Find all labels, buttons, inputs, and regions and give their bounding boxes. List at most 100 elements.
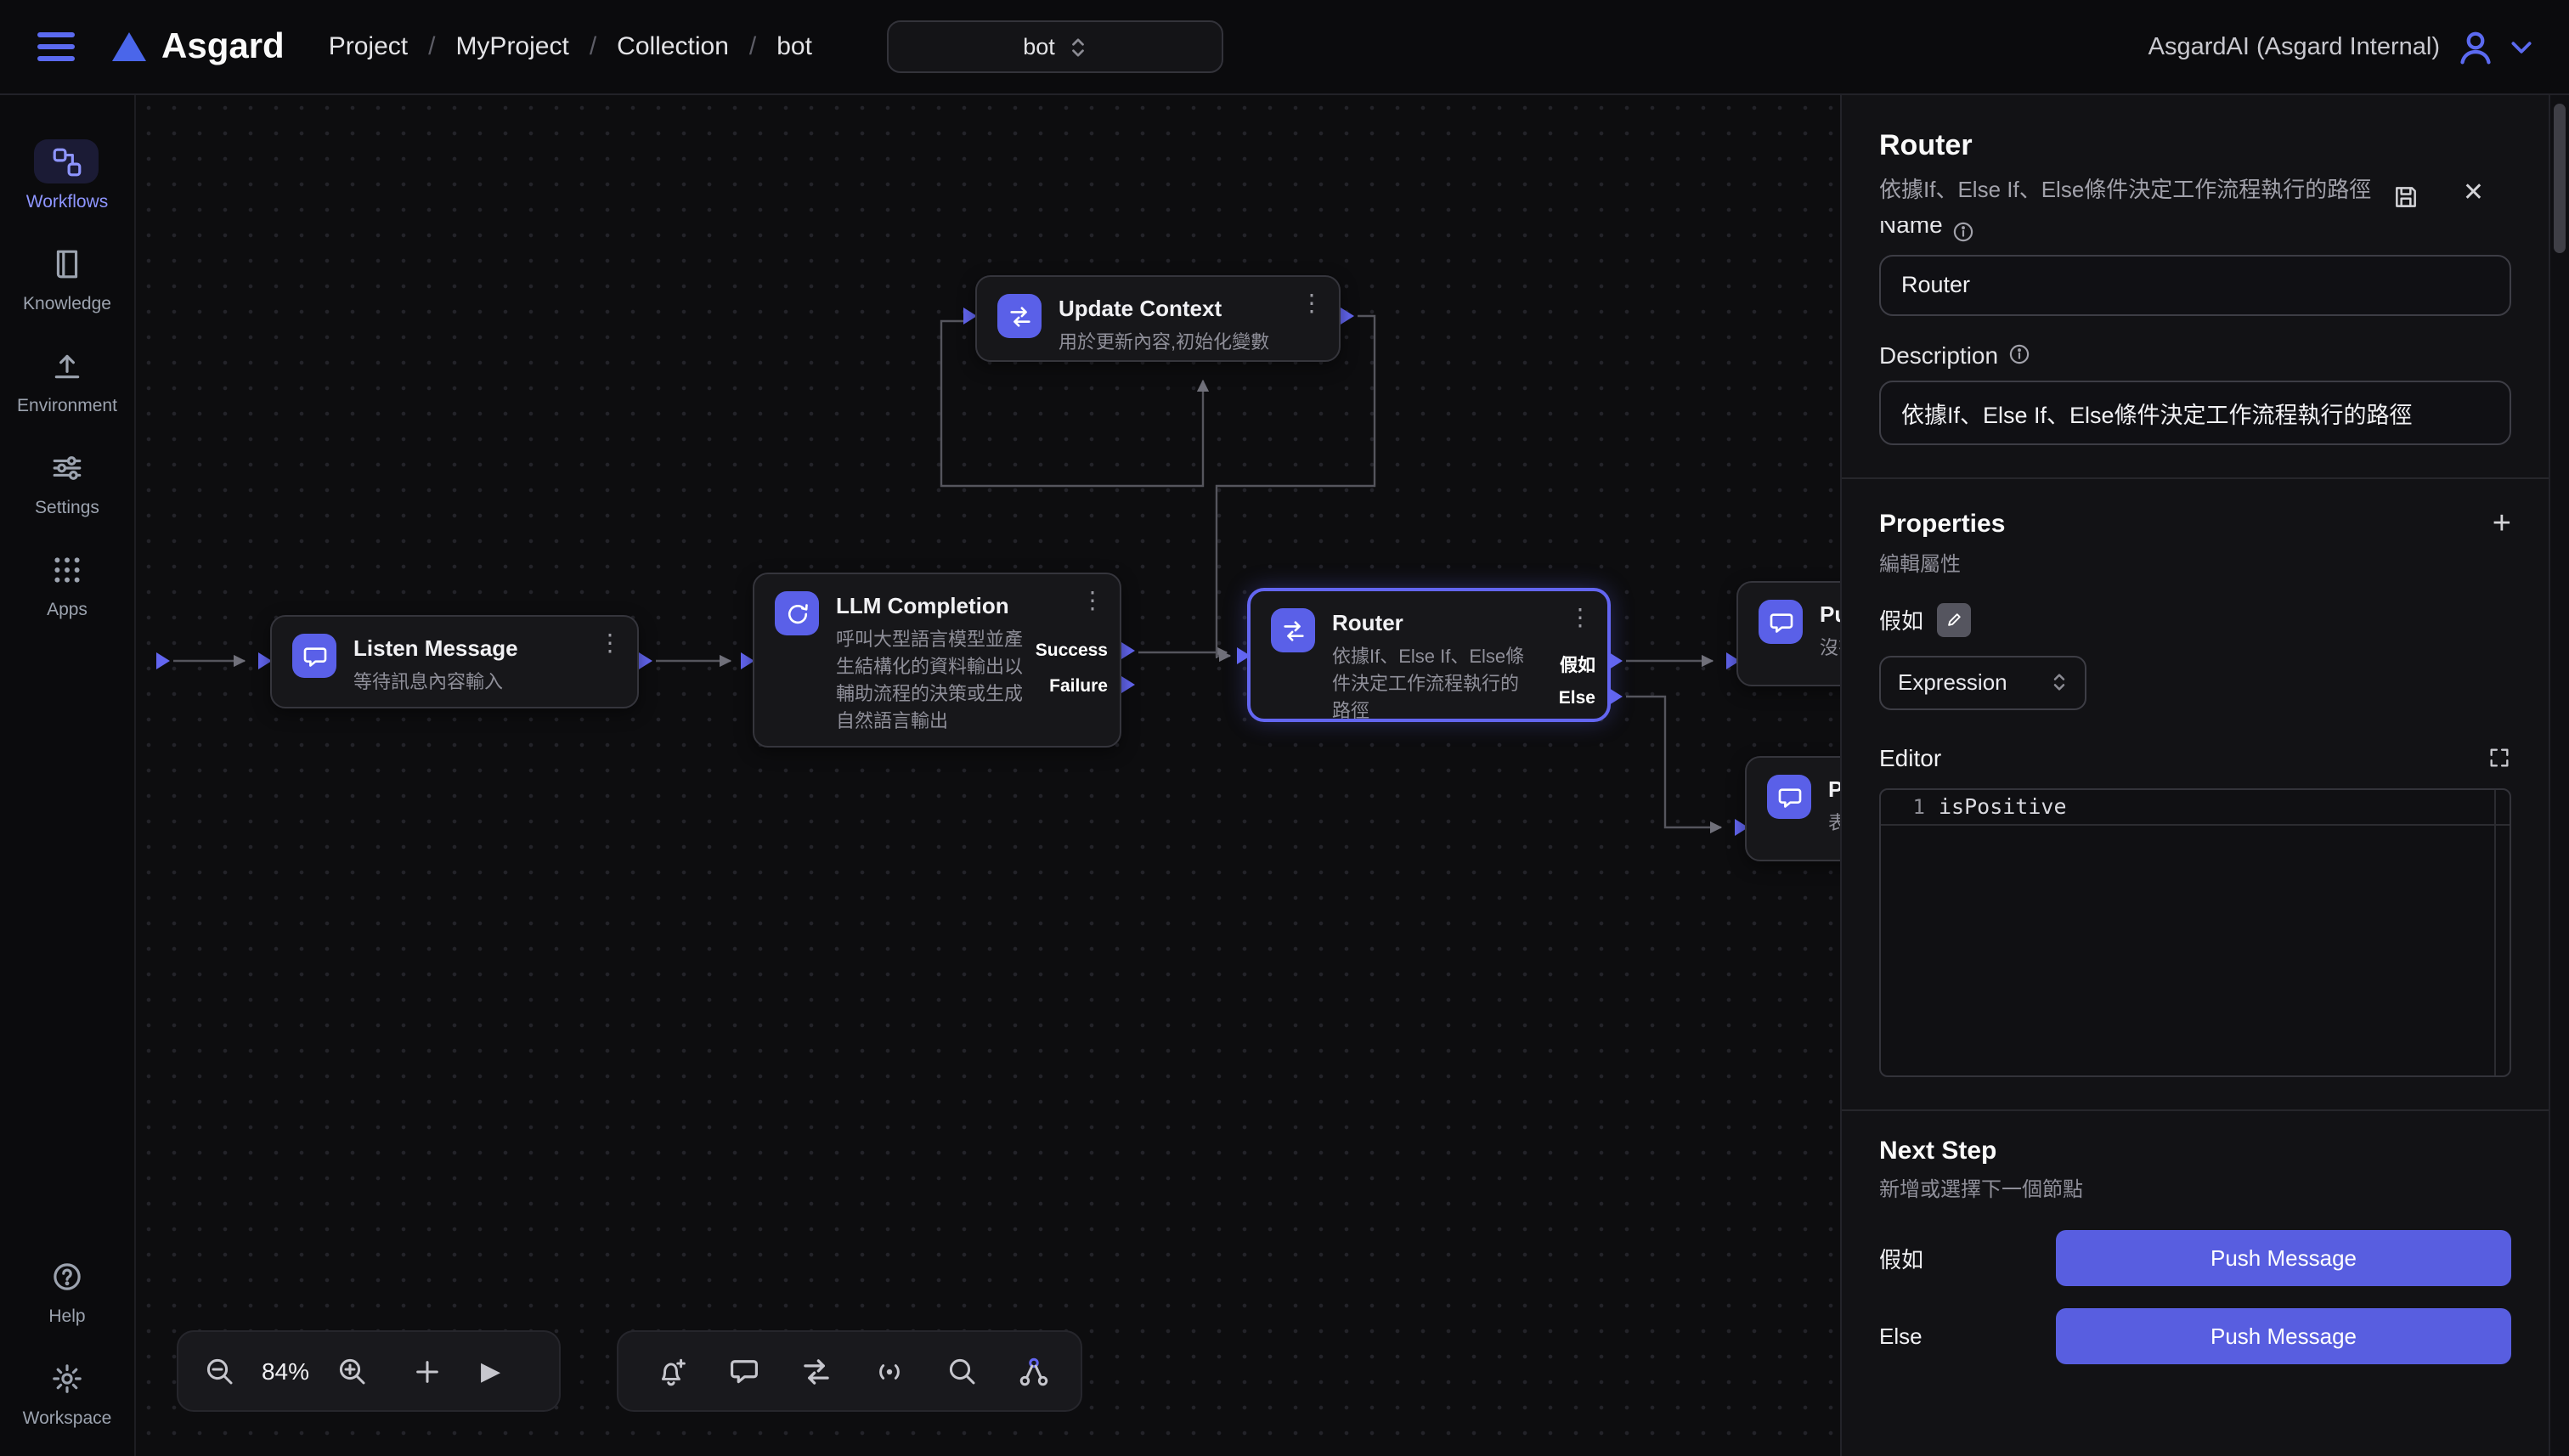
brand-logo[interactable]: Asgard [112, 26, 285, 67]
chevron-down-icon[interactable] [2511, 40, 2532, 54]
knowledge-icon [35, 241, 99, 285]
description-input[interactable] [1879, 380, 2511, 444]
line-number: 1 [1881, 794, 1939, 818]
router-icon [1271, 608, 1315, 652]
user-icon[interactable] [2455, 26, 2496, 67]
panel-description: 依據If、Else If、Else條件決定工作流程執行的路徑 [1879, 173, 2389, 206]
sidebar-item-settings[interactable]: Settings [35, 445, 99, 518]
workflows-icon [35, 139, 99, 183]
workflow-selector[interactable]: bot [887, 20, 1223, 73]
search-icon[interactable] [946, 1356, 977, 1386]
chat-bubble-icon [292, 634, 336, 678]
zoom-in-icon[interactable] [336, 1356, 367, 1386]
kebab-menu-icon[interactable]: ⋮ [598, 630, 622, 654]
sidebar-item-label: Help [48, 1306, 85, 1327]
close-icon[interactable]: ✕ [2463, 177, 2484, 207]
divider [1842, 1109, 2549, 1110]
swap-arrows-icon[interactable] [800, 1355, 833, 1387]
workflow-nodes-icon[interactable] [1018, 1355, 1050, 1387]
kebab-menu-icon[interactable]: ⋮ [1300, 291, 1324, 314]
push-message-button-if[interactable]: Push Message [2056, 1229, 2511, 1285]
name-field-label: Name [1879, 220, 2511, 242]
node-router[interactable]: Router 依據If、Else If、Else條件決定工作流程執行的路徑 ⋮ … [1249, 590, 1609, 720]
chat-icon[interactable] [729, 1356, 759, 1386]
code-line[interactable]: 1 isPositive [1881, 789, 2510, 825]
run-workflow-icon[interactable]: ▶ [481, 1358, 500, 1384]
account-label: AsgardAI (Asgard Internal) [2148, 33, 2440, 60]
apps-grid-icon [35, 547, 99, 591]
description-field-label: Description [1879, 341, 2511, 368]
breadcrumb-separator: / [590, 32, 596, 61]
node-subtitle: 用於更新內容,初始化變數 [1059, 330, 1269, 357]
breadcrumb-myproject[interactable]: MyProject [455, 32, 568, 61]
zoom-out-icon[interactable] [204, 1356, 234, 1386]
broadcast-icon[interactable] [873, 1355, 906, 1387]
breadcrumb-bot[interactable]: bot [776, 32, 812, 61]
sidebar-item-environment[interactable]: Environment [17, 343, 117, 416]
chat-bubble-icon [1759, 600, 1803, 644]
llm-icon [775, 591, 819, 635]
zoom-toolbar: 84% ▶ [177, 1330, 561, 1412]
add-node-icon[interactable] [413, 1357, 442, 1385]
gear-icon [35, 1356, 99, 1400]
chat-bubble-icon [1767, 775, 1811, 819]
condition-label: 假如 [1879, 603, 1923, 635]
breadcrumb: Project / MyProject / Collection / bot [329, 32, 812, 61]
expression-type-select[interactable]: Expression [1879, 655, 2086, 709]
output-failure[interactable]: Failure [1049, 676, 1108, 697]
brand-name: Asgard [161, 26, 285, 67]
node-subtitle: 依據If、Else If、Else條件決定工作流程執行的路徑 [1332, 644, 1587, 725]
node-llm-completion[interactable]: LLM Completion 呼叫大型語言模型並產生結構化的資料輸出以輔助流程的… [753, 573, 1121, 748]
swap-arrows-icon [997, 294, 1042, 338]
sidebar-item-workflows[interactable]: Workflows [26, 139, 108, 212]
output-success[interactable]: Success [1036, 641, 1108, 661]
sidebar-item-label: Knowledge [23, 294, 111, 314]
output-if[interactable]: 假如 [1560, 652, 1595, 678]
bell-plus-icon[interactable] [656, 1355, 688, 1387]
add-property-button[interactable]: + [2493, 507, 2511, 539]
node-title: Listen Message [353, 634, 518, 664]
sidebar-item-label: Settings [35, 498, 99, 518]
sidebar-item-label: Workflows [26, 192, 108, 212]
kebab-menu-icon[interactable]: ⋮ [1081, 588, 1104, 612]
properties-title: Properties [1879, 509, 2005, 538]
output-else[interactable]: Else [1559, 688, 1595, 708]
expand-editor-icon[interactable] [2487, 745, 2511, 769]
settings-sliders-icon [35, 445, 99, 489]
select-chevrons-icon [2051, 671, 2068, 693]
code-editor[interactable]: 1 isPositive [1879, 787, 2511, 1076]
breadcrumb-collection[interactable]: Collection [617, 32, 729, 61]
sidebar: Workflows Knowledge Environment Settings… [0, 95, 136, 1456]
tools-toolbar [617, 1330, 1082, 1412]
breadcrumb-separator: / [428, 32, 435, 61]
name-input[interactable] [1879, 254, 2511, 315]
node-update-context[interactable]: Update Context 用於更新內容,初始化變數 ⋮ [975, 275, 1341, 362]
edit-condition-button[interactable] [1937, 602, 1971, 636]
breadcrumb-project[interactable]: Project [329, 32, 408, 61]
editor-scrollbar[interactable] [2494, 789, 2496, 1075]
select-chevrons-icon [1069, 35, 1087, 59]
sidebar-item-knowledge[interactable]: Knowledge [23, 241, 111, 314]
save-icon[interactable] [2392, 183, 2419, 211]
app-root: Asgard Project / MyProject / Collection … [0, 0, 2569, 1456]
node-subtitle: 等待訊息內容輸入 [353, 669, 518, 697]
scrollbar-thumb[interactable] [2554, 104, 2566, 253]
hamburger-menu-icon[interactable] [37, 33, 75, 61]
next-step-if-label: 假如 [1879, 1241, 1923, 1273]
sidebar-item-label: Workspace [23, 1408, 112, 1429]
kebab-menu-icon[interactable]: ⋮ [1568, 605, 1592, 629]
node-title: Update Context [1059, 294, 1269, 324]
panel-scrollbar[interactable] [2549, 95, 2569, 1456]
topbar: Asgard Project / MyProject / Collection … [0, 0, 2569, 95]
info-icon [2008, 343, 2030, 365]
info-icon [1953, 220, 1975, 242]
inspector-panel: Router 依據If、Else If、Else條件決定工作流程執行的路徑 ✕ … [1840, 95, 2569, 1456]
sidebar-item-workspace[interactable]: Workspace [23, 1356, 112, 1429]
push-message-button-else[interactable]: Push Message [2056, 1307, 2511, 1363]
sidebar-item-apps[interactable]: Apps [35, 547, 99, 620]
next-step-subtitle: 新增或選擇下一個節點 [1879, 1173, 2511, 1202]
sidebar-item-help[interactable]: Help [35, 1254, 99, 1327]
node-listen-message[interactable]: Listen Message 等待訊息內容輸入 ⋮ [270, 615, 639, 708]
node-title: LLM Completion [836, 591, 1099, 622]
topbar-account-area: AsgardAI (Asgard Internal) [2148, 26, 2532, 67]
